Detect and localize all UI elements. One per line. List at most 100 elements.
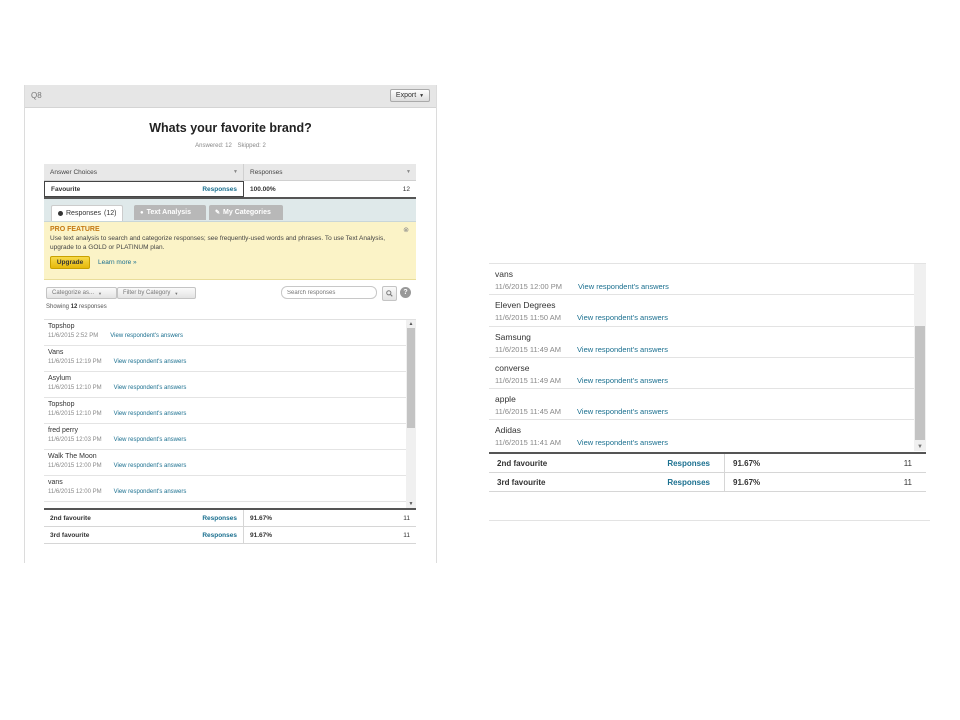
- speech-bubble-icon: [58, 211, 63, 216]
- answer-choices-table: Answer Choices ▼ Responses ▼ Favourite R…: [44, 164, 416, 199]
- view-respondent-link[interactable]: View respondent's answers: [578, 282, 669, 291]
- view-respondent-link[interactable]: View respondent's answers: [577, 438, 668, 447]
- answer-row-favourite[interactable]: Favourite Responses 100.00% 12: [44, 181, 416, 199]
- answer-choice-label: 2nd favourite: [497, 458, 548, 468]
- skipped-count: Skipped: 2: [237, 143, 266, 149]
- view-respondent-link[interactable]: View respondent's answers: [577, 313, 668, 322]
- showing-count: Showing 12 responses: [46, 304, 107, 310]
- response-timestamp: 11/6/2015 12:10 PM: [48, 411, 102, 417]
- response-text: vans: [495, 269, 513, 279]
- view-respondent-link[interactable]: View respondent's answers: [114, 359, 187, 365]
- response-count: 12: [402, 185, 410, 193]
- view-respondent-link[interactable]: View respondent's answers: [114, 437, 187, 443]
- answer-choice-label: Favourite: [51, 185, 81, 193]
- filter-toolbar: Categorize as... ▼ Filter by Category ▼ …: [44, 284, 416, 302]
- pro-feature-text: Use text analysis to search and categori…: [50, 235, 386, 251]
- scrollbar-thumb[interactable]: [407, 328, 415, 428]
- response-list: vans 11/6/2015 12:00 PM View respondent's…: [489, 263, 926, 451]
- remaining-answer-rows: 2nd favourite Responses 91.67% 11 3rd fa…: [489, 452, 926, 492]
- question-header: Q8 Export ▼: [25, 85, 436, 108]
- answer-choice-label: 3rd favourite: [50, 531, 90, 539]
- response-text: Samsung: [495, 331, 531, 342]
- scroll-down-icon[interactable]: ▼: [914, 443, 926, 451]
- answer-row-2nd-favourite[interactable]: 2nd favourite Responses 91.67% 11: [489, 454, 926, 473]
- response-timestamp: 11/6/2015 12:10 PM: [48, 385, 102, 391]
- scrollbar[interactable]: ▼: [914, 264, 926, 451]
- response-timestamp: 11/6/2015 11:45 AM: [495, 407, 562, 417]
- response-text: converse: [495, 362, 530, 373]
- list-item: Samsung 11/6/2015 11:49 AM View responden…: [489, 327, 926, 358]
- tab-my-categories[interactable]: ✎ My Categories: [209, 205, 283, 220]
- caret-down-icon: ▼: [98, 290, 102, 296]
- answer-row-3rd-favourite[interactable]: 3rd favourite Responses 91.67% 11: [489, 473, 926, 492]
- list-item: vans 11/6/2015 12:00 PM View respondent's…: [44, 476, 416, 502]
- view-respondent-link[interactable]: View respondent's answers: [114, 489, 187, 495]
- view-respondent-link[interactable]: View respondent's answers: [577, 407, 668, 416]
- caret-down-icon: ▼: [419, 92, 425, 99]
- scrollbar[interactable]: ▲ ▼: [406, 320, 416, 508]
- response-text: fred perry: [48, 427, 78, 434]
- chat-icon: ●: [140, 209, 144, 216]
- search-input[interactable]: [281, 286, 377, 299]
- tab-bar: Responses (12) ● Text Analysis ✎ My Cate…: [44, 199, 416, 222]
- filter-by-category-dropdown[interactable]: Filter by Category ▼: [117, 287, 196, 299]
- view-respondent-link[interactable]: View respondent's answers: [577, 345, 668, 354]
- list-item: Eleven Degrees 11/6/2015 11:50 AM View re…: [489, 295, 926, 327]
- response-percent: 91.67%: [250, 514, 273, 522]
- responses-link[interactable]: Responses: [202, 186, 237, 193]
- response-percent: 100.00%: [250, 185, 276, 193]
- view-respondent-link[interactable]: View respondent's answers: [110, 333, 183, 339]
- response-count: 11: [403, 531, 410, 539]
- export-label: Export: [395, 92, 417, 99]
- column-header-choices[interactable]: Answer Choices ▼: [44, 164, 244, 180]
- response-timestamp: 11/6/2015 12:19 PM: [48, 359, 102, 365]
- response-text: Adidas: [495, 425, 521, 436]
- responses-link[interactable]: Responses: [202, 515, 237, 522]
- pro-feature-banner: PRO FEATURE ⊗ Use text analysis to searc…: [44, 222, 416, 280]
- scroll-down-icon[interactable]: ▼: [406, 500, 416, 508]
- response-text: Topshop: [48, 401, 75, 408]
- response-timestamp: 11/6/2015 12:00 PM: [48, 463, 102, 469]
- tab-text-analysis[interactable]: ● Text Analysis: [134, 205, 206, 220]
- scroll-up-icon[interactable]: ▲: [406, 320, 416, 328]
- answer-row-2nd-favourite[interactable]: 2nd favourite Responses 91.67% 11: [44, 510, 416, 527]
- upgrade-button[interactable]: Upgrade: [50, 256, 90, 269]
- list-item: apple 11/6/2015 11:45 AM View respondent'…: [489, 389, 926, 421]
- export-button[interactable]: Export ▼: [390, 89, 430, 102]
- question-label: Q8: [31, 91, 42, 100]
- list-item: fred perry 11/6/2015 12:03 PM View respon…: [44, 424, 416, 450]
- answered-count: Answered: 12: [195, 143, 232, 149]
- response-text: Walk The Moon: [48, 453, 97, 460]
- response-text: Topshop: [48, 323, 75, 330]
- table-header: Answer Choices ▼ Responses ▼: [44, 164, 416, 181]
- help-icon[interactable]: ?: [400, 287, 411, 298]
- response-timestamp: 11/6/2015 2:52 PM: [48, 333, 99, 339]
- close-icon[interactable]: ⊗: [403, 226, 409, 234]
- view-respondent-link[interactable]: View respondent's answers: [114, 411, 187, 417]
- view-respondent-link[interactable]: View respondent's answers: [114, 385, 187, 391]
- answer-choice-label: 3rd favourite: [497, 477, 546, 487]
- scrollbar-thumb[interactable]: [915, 326, 925, 440]
- responses-link[interactable]: Responses: [667, 478, 710, 487]
- list-item: Vans 11/6/2015 12:19 PM View respondent's…: [44, 346, 416, 372]
- responses-link[interactable]: Responses: [202, 532, 237, 539]
- list-item: Topshop 11/6/2015 2:52 PM View respondent…: [44, 320, 416, 346]
- question-stats: Answered: 12 Skipped: 2: [25, 143, 436, 149]
- list-item: vans 11/6/2015 12:00 PM View respondent's…: [489, 264, 926, 296]
- response-percent: 91.67%: [733, 458, 761, 468]
- response-timestamp: 11/6/2015 12:03 PM: [48, 437, 102, 443]
- response-timestamp: 11/6/2015 12:00 PM: [495, 282, 562, 291]
- tab-responses[interactable]: Responses (12): [51, 205, 124, 221]
- list-item: converse 11/6/2015 11:49 AM View responde…: [489, 358, 926, 390]
- response-timestamp: 11/6/2015 12:00 PM: [48, 489, 102, 495]
- categorize-dropdown[interactable]: Categorize as... ▼: [46, 287, 117, 299]
- search-icon: [386, 290, 393, 297]
- learn-more-link[interactable]: Learn more »: [98, 259, 137, 266]
- response-timestamp: 11/6/2015 11:49 AM: [495, 375, 562, 385]
- view-respondent-link[interactable]: View respondent's answers: [114, 463, 187, 469]
- answer-row-3rd-favourite[interactable]: 3rd favourite Responses 91.67% 11: [44, 527, 416, 544]
- search-button[interactable]: [382, 286, 397, 301]
- column-header-responses[interactable]: Responses ▼: [244, 164, 416, 180]
- responses-link[interactable]: Responses: [667, 459, 710, 468]
- view-respondent-link[interactable]: View respondent's answers: [577, 376, 668, 385]
